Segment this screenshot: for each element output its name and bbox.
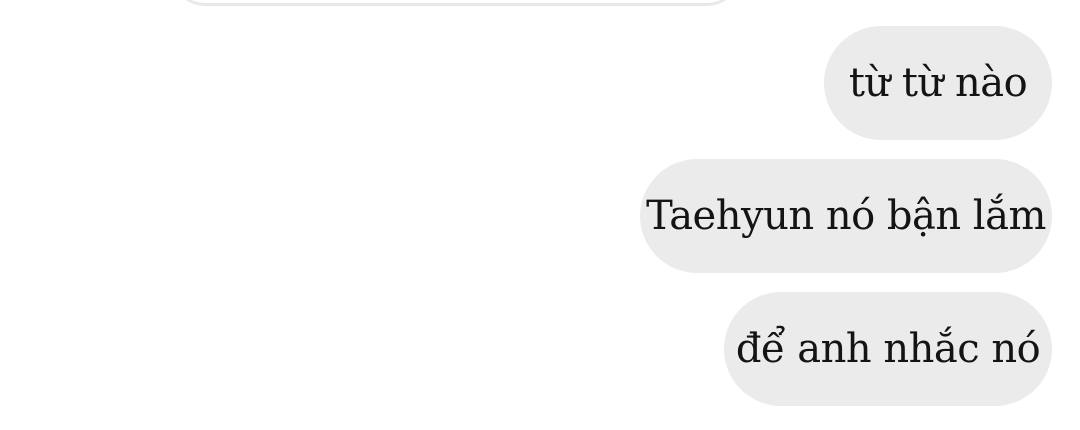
sent-message-bubble[interactable]: để anh nhắc nó xyxy=(724,292,1052,406)
message-text: Taehyun nó bận lắm xyxy=(646,193,1046,239)
previous-message-bubble[interactable] xyxy=(172,0,740,6)
message-text: để anh nhắc nó xyxy=(735,326,1041,372)
message-text: từ từ nào xyxy=(848,60,1028,106)
sent-message-bubble[interactable]: Taehyun nó bận lắm xyxy=(640,159,1052,273)
sent-message-bubble[interactable]: từ từ nào xyxy=(824,26,1052,140)
avatar[interactable] xyxy=(40,0,120,12)
avatar-sketch-icon xyxy=(40,0,120,12)
